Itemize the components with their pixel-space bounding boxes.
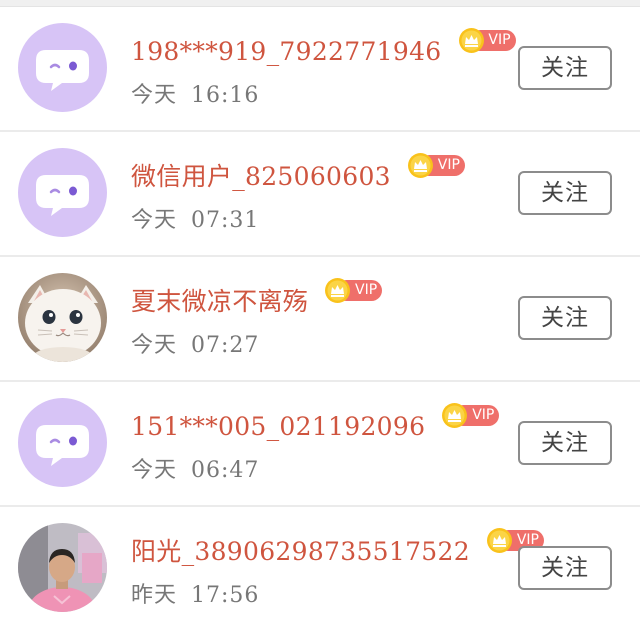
list-item[interactable]: 微信用户_825060603 VIP 今天 07:31 关注 xyxy=(0,132,640,257)
vip-badge: VIP xyxy=(441,402,500,428)
avatar[interactable] xyxy=(18,523,107,612)
last-active-time: 昨天 17:56 xyxy=(131,581,259,611)
vip-badge: VIP xyxy=(458,27,516,53)
vip-label: VIP xyxy=(437,157,460,173)
crown-icon xyxy=(486,528,512,553)
follow-list: 198***919_7922771946 VIP 今天 16:16 关注 微信用… xyxy=(0,7,640,632)
vip-label: VIP xyxy=(472,407,495,423)
vip-badge: VIP xyxy=(407,152,465,178)
crown-icon xyxy=(442,403,468,428)
last-active-time: 今天 07:31 xyxy=(131,206,259,236)
time-label: 16:16 xyxy=(191,83,260,108)
user-name[interactable]: 微信用户_825060603 xyxy=(131,160,391,194)
last-active-time: 今天 07:27 xyxy=(131,331,259,361)
user-name[interactable]: 198***919_7922771946 xyxy=(131,35,442,69)
user-name[interactable]: 151***005_021192096 xyxy=(131,410,425,444)
time-label: 17:56 xyxy=(191,583,260,608)
list-item[interactable]: 夏末微凉不离殇 VIP 今天 07:27 关注 xyxy=(0,257,640,382)
default-avatar-icon xyxy=(36,50,89,91)
avatar[interactable] xyxy=(18,398,107,487)
top-divider xyxy=(0,0,640,7)
day-label: 今天 xyxy=(131,208,178,233)
time-label: 06:47 xyxy=(191,458,260,483)
time-label: 07:27 xyxy=(191,333,260,358)
list-item[interactable]: 阳光_38906298735517522 VIP 昨天 17:56 关注 xyxy=(0,507,640,632)
day-label: 今天 xyxy=(131,458,178,483)
default-avatar-icon xyxy=(36,175,89,216)
list-item[interactable]: 151***005_021192096 VIP 今天 06:47 关注 xyxy=(0,382,640,507)
user-name[interactable]: 阳光_38906298735517522 xyxy=(131,535,470,569)
follow-button[interactable]: 关注 xyxy=(518,171,612,215)
vip-badge: VIP xyxy=(324,277,383,303)
last-active-time: 今天 16:16 xyxy=(131,81,259,111)
follow-button[interactable]: 关注 xyxy=(518,296,612,340)
avatar[interactable] xyxy=(18,273,107,362)
vip-label: VIP xyxy=(355,282,378,298)
default-avatar-icon xyxy=(36,425,89,466)
crown-icon xyxy=(458,28,484,53)
day-label: 今天 xyxy=(131,333,178,358)
crown-icon xyxy=(407,153,433,178)
day-label: 今天 xyxy=(131,83,178,108)
avatar[interactable] xyxy=(18,23,107,112)
list-item[interactable]: 198***919_7922771946 VIP 今天 16:16 关注 xyxy=(0,7,640,132)
vip-label: VIP xyxy=(488,32,511,48)
kitten-avatar-icon xyxy=(18,273,107,362)
follow-button[interactable]: 关注 xyxy=(518,421,612,465)
follow-button[interactable]: 关注 xyxy=(518,546,612,590)
person-avatar-icon xyxy=(18,523,107,612)
user-name[interactable]: 夏末微凉不离殇 xyxy=(131,285,308,319)
avatar[interactable] xyxy=(18,148,107,237)
crown-icon xyxy=(325,278,351,303)
last-active-time: 今天 06:47 xyxy=(131,456,259,486)
follow-button[interactable]: 关注 xyxy=(518,46,612,90)
time-label: 07:31 xyxy=(191,208,260,233)
day-label: 昨天 xyxy=(131,583,178,608)
